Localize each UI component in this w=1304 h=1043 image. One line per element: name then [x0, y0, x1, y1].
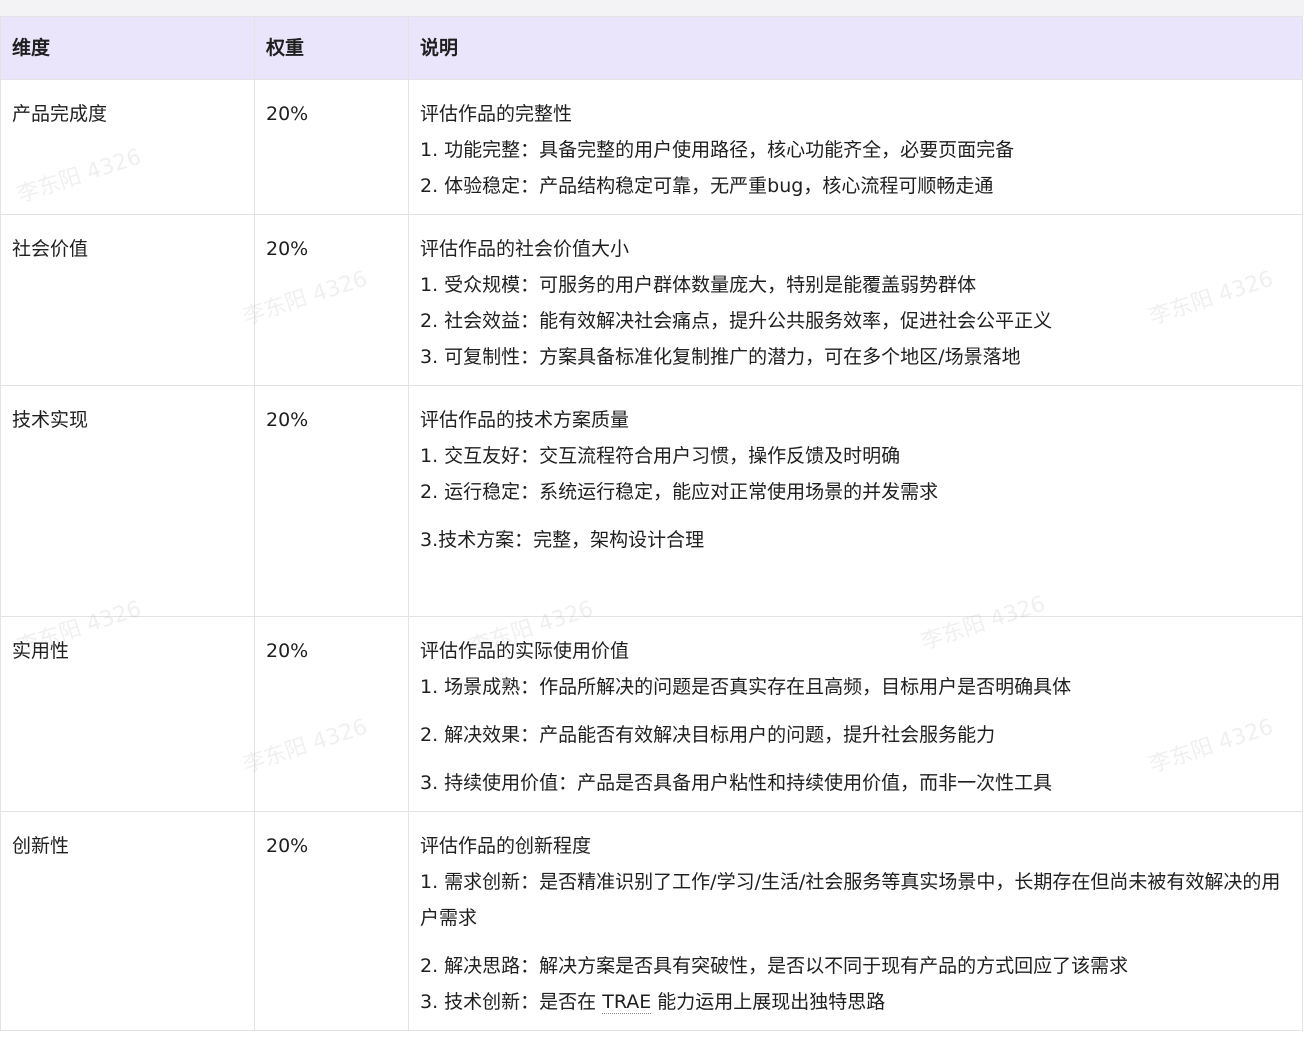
table-row: 社会价值 20% 评估作品的社会价值大小 1. 受众规模：可服务的用户群体数量庞…	[0, 214, 1303, 386]
cell-description: 评估作品的技术方案质量 1. 交互友好：交互流程符合用户习惯，操作反馈及时明确 …	[408, 385, 1303, 617]
description-line: 评估作品的技术方案质量	[420, 409, 630, 431]
evaluation-criteria-table: 维度 权重 说明 产品完成度 20% 评估作品的完整性 1. 功能完整：具备完整…	[0, 16, 1303, 1031]
description-line: 1. 受众规模：可服务的用户群体数量庞大，特别是能覆盖弱势群体	[420, 274, 977, 296]
line-text-after: 能力运用上展现出独特思路	[651, 991, 886, 1013]
description-line: 评估作品的实际使用价值	[420, 640, 630, 662]
description-line: 1. 功能完整：具备完整的用户使用路径，核心功能齐全，必要页面完备	[420, 139, 1015, 161]
cell-dimension: 产品完成度	[0, 79, 255, 215]
trae-link[interactable]: TRAE	[602, 991, 652, 1014]
description-line: 评估作品的完整性	[420, 103, 573, 125]
description-line: 2. 运行稳定：系统运行稳定，能应对正常使用场景的并发需求	[420, 481, 939, 503]
cell-description: 评估作品的实际使用价值 1. 场景成熟：作品所解决的问题是否真实存在且高频，目标…	[408, 616, 1303, 812]
cell-weight: 20%	[254, 811, 409, 1031]
cell-dimension: 实用性	[0, 616, 255, 812]
cell-description: 评估作品的创新程度 1. 需求创新：是否精准识别了工作/学习/生活/社会服务等真…	[408, 811, 1303, 1031]
document-page: 维度 权重 说明 产品完成度 20% 评估作品的完整性 1. 功能完整：具备完整…	[0, 0, 1304, 1043]
header-weight: 权重	[254, 16, 409, 80]
description-line: 1. 交互友好：交互流程符合用户习惯，操作反馈及时明确	[420, 445, 901, 467]
description-line: 2. 解决思路：解决方案是否具有突破性，是否以不同于现有产品的方式回应了该需求	[420, 955, 1129, 977]
description-line: 评估作品的社会价值大小	[420, 238, 630, 260]
description-line: 3. 持续使用价值：产品是否具备用户粘性和持续使用价值，而非一次性工具	[420, 772, 1053, 794]
header-dimension: 维度	[0, 16, 255, 80]
cell-weight: 20%	[254, 214, 409, 386]
top-strip	[0, 0, 1304, 16]
line-text-before: 3. 技术创新：是否在	[420, 991, 603, 1013]
description-line: 评估作品的创新程度	[420, 835, 592, 857]
description-line: 3. 可复制性：方案具备标准化复制推广的潜力，可在多个地区/场景落地	[420, 346, 1021, 368]
table-row: 创新性 20% 评估作品的创新程度 1. 需求创新：是否精准识别了工作/学习/生…	[0, 811, 1303, 1031]
cell-dimension: 创新性	[0, 811, 255, 1031]
header-description: 说明	[408, 16, 1303, 80]
cell-dimension: 技术实现	[0, 385, 255, 617]
description-line: 2. 体验稳定：产品结构稳定可靠，无严重bug，核心流程可顺畅走通	[420, 175, 994, 197]
description-line: 3.技术方案：完整，架构设计合理	[420, 529, 705, 551]
description-line: 3. 技术创新：是否在 TRAE 能力运用上展现出独特思路	[420, 984, 1291, 1020]
cell-description: 评估作品的社会价值大小 1. 受众规模：可服务的用户群体数量庞大，特别是能覆盖弱…	[408, 214, 1303, 386]
description-line: 1. 场景成熟：作品所解决的问题是否真实存在且高频，目标用户是否明确具体	[420, 676, 1072, 698]
cell-weight: 20%	[254, 79, 409, 215]
description-line: 2. 社会效益：能有效解决社会痛点，提升公共服务效率，促进社会公平正义	[420, 310, 1053, 332]
table-row: 技术实现 20% 评估作品的技术方案质量 1. 交互友好：交互流程符合用户习惯，…	[0, 385, 1303, 617]
table-row: 产品完成度 20% 评估作品的完整性 1. 功能完整：具备完整的用户使用路径，核…	[0, 79, 1303, 215]
cell-weight: 20%	[254, 385, 409, 617]
table-row: 实用性 20% 评估作品的实际使用价值 1. 场景成熟：作品所解决的问题是否真实…	[0, 616, 1303, 812]
description-line: 2. 解决效果：产品能否有效解决目标用户的问题，提升社会服务能力	[420, 724, 996, 746]
cell-description: 评估作品的完整性 1. 功能完整：具备完整的用户使用路径，核心功能齐全，必要页面…	[408, 79, 1303, 215]
cell-weight: 20%	[254, 616, 409, 812]
description-line: 1. 需求创新：是否精准识别了工作/学习/生活/社会服务等真实场景中，长期存在但…	[420, 871, 1281, 929]
table-header-row: 维度 权重 说明	[0, 16, 1303, 80]
cell-dimension: 社会价值	[0, 214, 255, 386]
